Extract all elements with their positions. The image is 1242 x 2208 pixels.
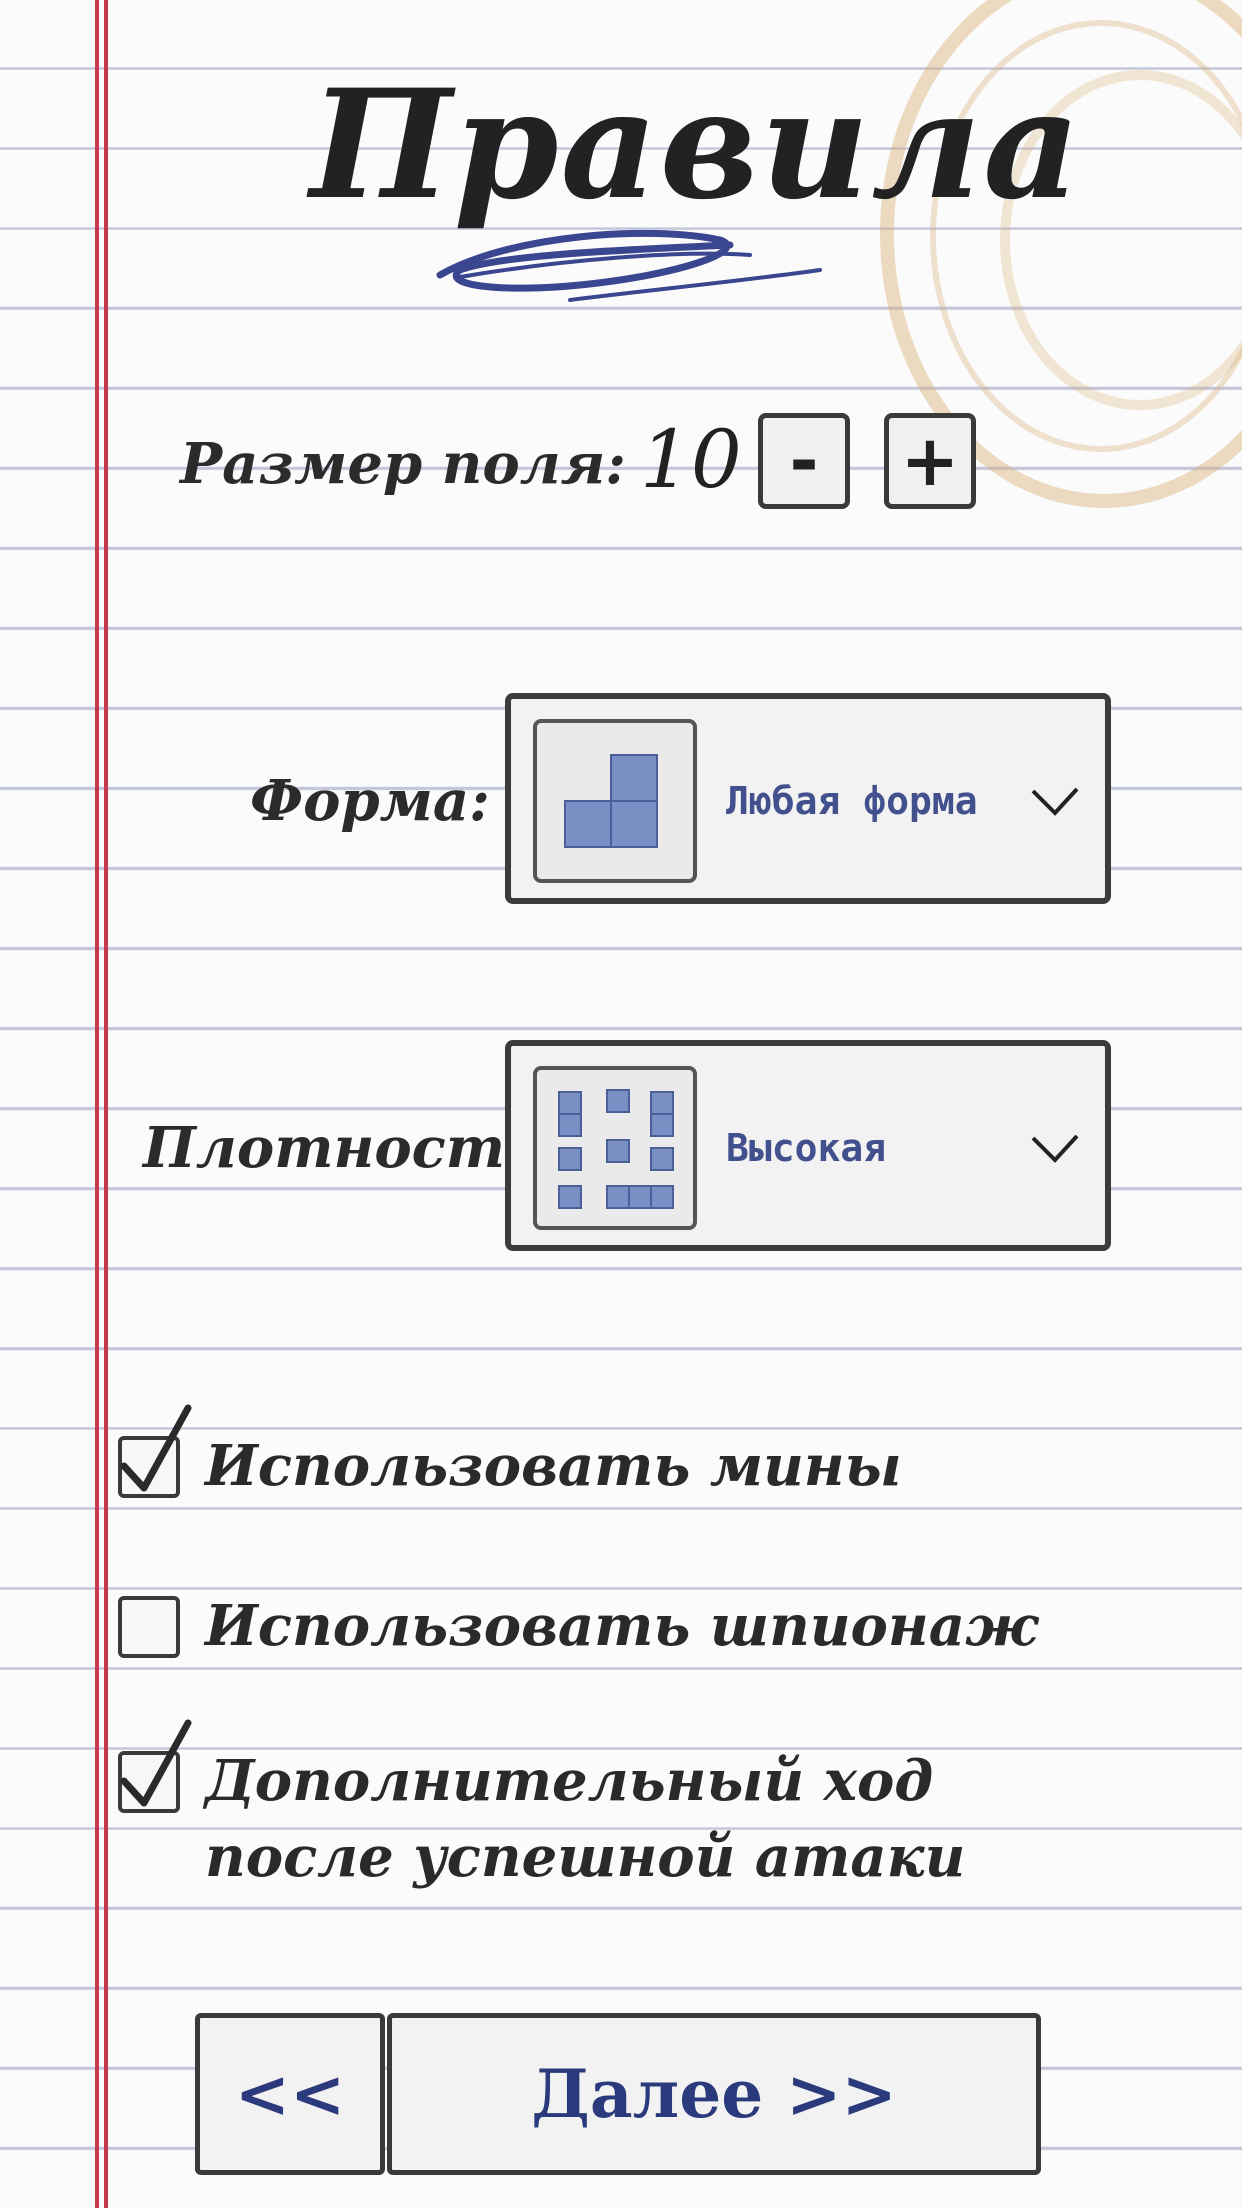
chevron-down-icon — [1031, 787, 1079, 816]
extra-turn-option-label[interactable]: Дополнительный ход после успешной атаки — [205, 1743, 1065, 1895]
page-title: Правила — [310, 57, 1083, 233]
next-button[interactable]: Далее >> — [387, 2013, 1041, 2175]
margin-line — [104, 0, 108, 2208]
density-label: Плотность: — [143, 1115, 563, 1181]
mines-checkbox[interactable] — [118, 1404, 192, 1498]
checkmark-icon — [120, 1719, 192, 1807]
espionage-checkbox[interactable] — [118, 1596, 180, 1658]
shape-label: Форма: — [250, 768, 490, 834]
extra-turn-checkbox[interactable] — [118, 1719, 192, 1813]
mines-option-label[interactable]: Использовать мины — [205, 1428, 1065, 1504]
shape-preview-icon — [533, 719, 697, 883]
shape-dropdown[interactable]: Любая форма — [505, 693, 1111, 904]
field-size-label: Размер поля: — [180, 431, 626, 497]
density-selected-value: Высокая — [726, 1126, 887, 1170]
shape-selected-value: Любая форма — [726, 779, 978, 823]
density-preview-icon — [533, 1066, 697, 1230]
checkmark-icon — [120, 1404, 192, 1492]
espionage-option-label[interactable]: Использовать шпионаж — [205, 1588, 1065, 1664]
increase-size-button[interactable]: + — [884, 413, 976, 509]
scribble-underline — [436, 229, 822, 302]
density-dropdown[interactable]: Высокая — [505, 1040, 1111, 1251]
decrease-size-button[interactable]: - — [758, 413, 850, 509]
margin-line — [95, 0, 99, 2208]
field-size-value: 10 — [640, 413, 742, 506]
back-button[interactable]: << — [195, 2013, 385, 2175]
chevron-down-icon — [1031, 1134, 1079, 1163]
